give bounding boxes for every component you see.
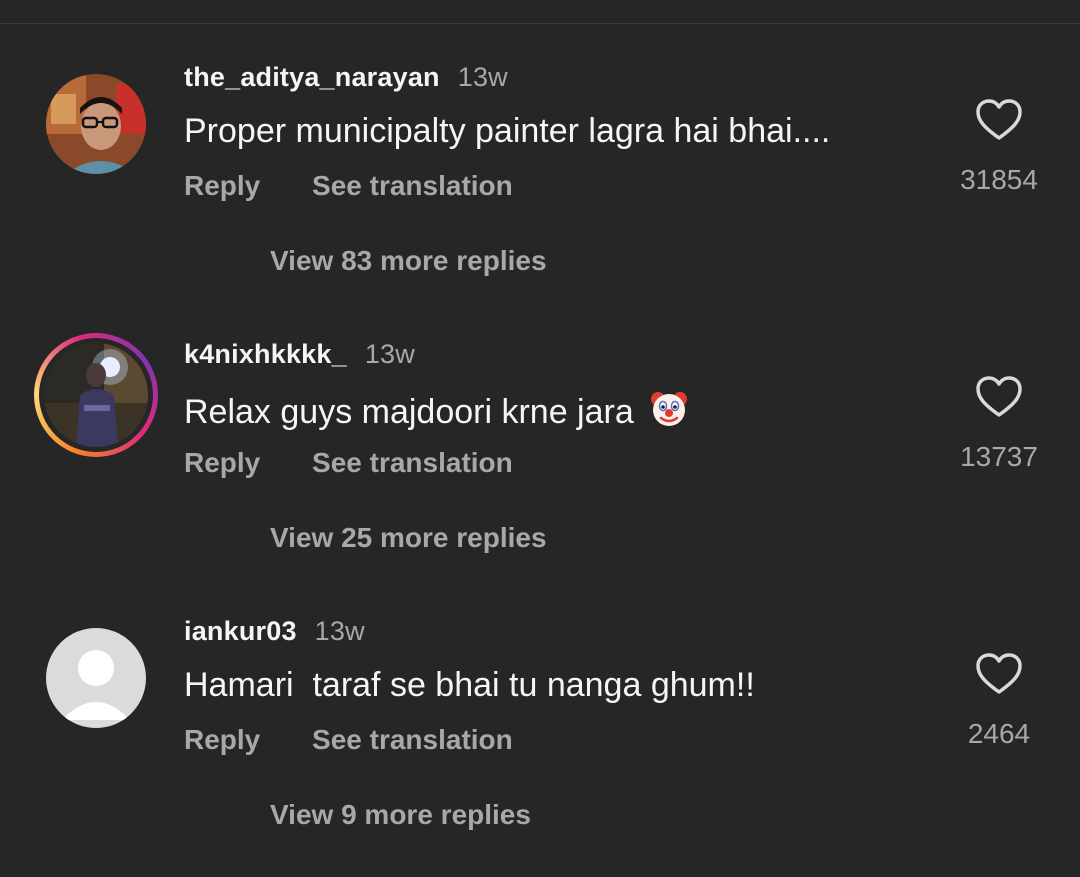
avatar[interactable] [46, 74, 146, 174]
comment-item: the_aditya_narayan 13w Proper municipalty… [0, 62, 1080, 302]
comment-actions: Reply See translation [184, 170, 557, 202]
comment-time: 13w [457, 62, 508, 92]
view-replies-button[interactable]: View 25 more replies [270, 522, 547, 554]
like-count: 31854 [960, 164, 1038, 195]
avatar[interactable] [46, 628, 146, 728]
comment-username[interactable]: k4nixhkkkk_ 13w [184, 339, 415, 370]
comment-actions: Reply See translation [184, 724, 557, 756]
like-control: 31854 [954, 98, 1044, 196]
story-ring[interactable] [34, 333, 158, 457]
see-translation-button[interactable]: See translation [312, 170, 513, 201]
see-translation-button[interactable]: See translation [312, 724, 513, 755]
view-replies-button[interactable]: View 9 more replies [270, 799, 531, 831]
avatar-photo [46, 74, 146, 174]
comment-time: 13w [364, 339, 415, 369]
clown-face-icon [651, 392, 688, 426]
avatar [44, 343, 148, 447]
comment-username[interactable]: iankur03 13w [184, 616, 365, 647]
comment-text: Relax guys majdoori krne jara [184, 389, 689, 432]
view-replies-button[interactable]: View 83 more replies [270, 245, 547, 277]
avatar-photo [44, 343, 148, 447]
username-text[interactable]: iankur03 [184, 616, 297, 646]
comment-text: Hamari taraf se bhai tu nanga ghum!! [184, 666, 755, 704]
top-divider [0, 23, 1080, 24]
like-control: 13737 [954, 375, 1044, 473]
heart-icon[interactable] [975, 652, 1023, 696]
avatar-wrapper[interactable] [34, 616, 158, 740]
avatar-wrapper[interactable] [34, 62, 158, 186]
comment-actions: Reply See translation [184, 447, 557, 479]
comment-time: 13w [314, 616, 365, 646]
username-text[interactable]: the_aditya_narayan [184, 62, 440, 92]
like-count: 13737 [960, 441, 1038, 472]
default-avatar-icon [46, 628, 146, 728]
heart-icon[interactable] [975, 375, 1023, 419]
ring-gap [39, 338, 153, 452]
heart-icon[interactable] [975, 98, 1023, 142]
comment-text-content: Relax guys majdoori krne jara [184, 393, 634, 431]
reply-button[interactable]: Reply [184, 170, 260, 201]
reply-button[interactable]: Reply [184, 447, 260, 478]
comment-item: iankur03 13w Hamari taraf se bhai tu nang… [0, 616, 1080, 856]
see-translation-button[interactable]: See translation [312, 447, 513, 478]
comment-text: Proper municipalty painter lagra hai bha… [184, 112, 831, 150]
comment-item: k4nixhkkkk_ 13w Relax guys majdoori krne … [0, 333, 1080, 579]
username-text[interactable]: k4nixhkkkk_ [184, 339, 347, 369]
like-control: 2464 [954, 652, 1044, 750]
avatar-wrapper[interactable] [34, 333, 158, 457]
like-count: 2464 [967, 718, 1031, 749]
reply-button[interactable]: Reply [184, 724, 260, 755]
comment-username[interactable]: the_aditya_narayan 13w [184, 62, 508, 93]
